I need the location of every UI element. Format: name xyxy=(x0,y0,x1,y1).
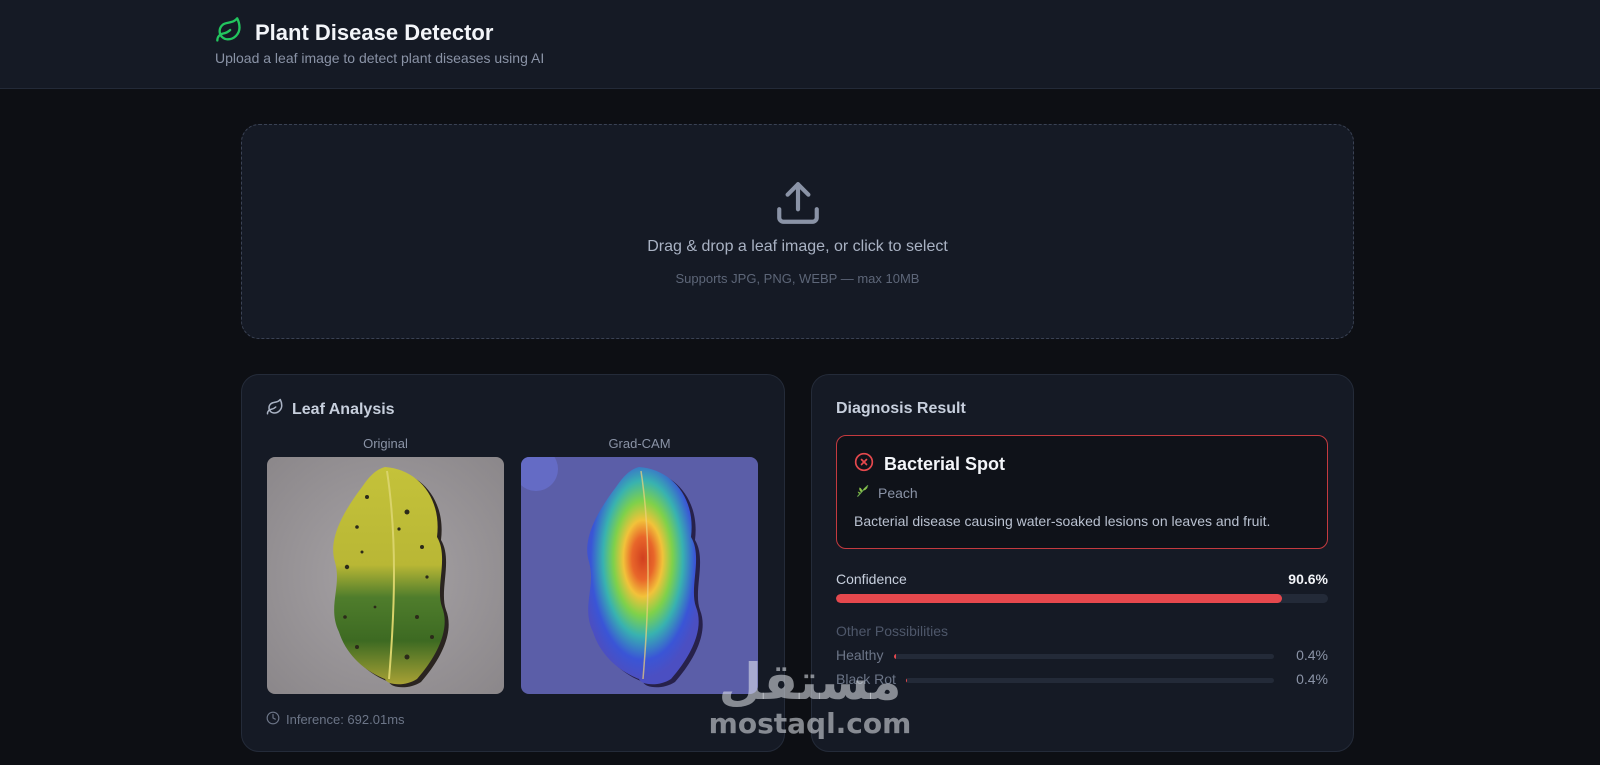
upload-icon xyxy=(773,178,823,233)
possibility-row-black-rot: Black Rot 0.4% xyxy=(836,671,1328,691)
plant-name: Peach xyxy=(878,484,918,501)
diagnosis-result-card xyxy=(811,374,1354,752)
dropzone-subtitle: Supports JPG, PNG, WEBP — max 10MB xyxy=(675,271,920,286)
leaf-icon xyxy=(215,16,243,49)
possibility-value: 0.4% xyxy=(1296,647,1328,663)
confidence-bar xyxy=(836,594,1328,603)
possibility-row-healthy: Healthy 0.4% xyxy=(836,647,1328,667)
inference-time: Inference: 692.01ms xyxy=(266,711,405,728)
confidence-value: 90.6% xyxy=(1288,571,1328,587)
original-label: Original xyxy=(363,436,408,451)
possibility-bar xyxy=(894,654,1274,659)
possibility-value: 0.4% xyxy=(1296,671,1328,687)
possibility-bar-fill xyxy=(894,654,896,659)
clock-icon xyxy=(266,711,280,728)
leaf-analysis-title: Leaf Analysis xyxy=(292,400,395,418)
app-subtitle: Upload a leaf image to detect plant dise… xyxy=(215,50,545,66)
gradcam-label: Grad-CAM xyxy=(608,436,671,451)
confidence-bar-fill xyxy=(836,594,1282,603)
x-circle-icon xyxy=(854,452,874,477)
diagnosis-result-title: Diagnosis Result xyxy=(836,400,966,417)
possibility-bar xyxy=(906,678,1274,683)
disease-header: Bacterial Spot xyxy=(854,452,1005,477)
brand: Plant Disease Detector xyxy=(215,16,493,49)
possibility-bar-fill xyxy=(906,678,908,683)
app-header: Plant Disease Detector Upload a leaf ima… xyxy=(0,0,1600,89)
plant-type: Peach xyxy=(856,484,918,501)
leaf-analysis-header: Leaf Analysis xyxy=(266,398,395,421)
other-possibilities-label: Other Possibilities xyxy=(836,623,949,639)
confidence-label: Confidence xyxy=(836,571,907,587)
herb-icon xyxy=(856,484,870,501)
possibility-name: Black Rot xyxy=(836,671,896,687)
disease-name: Bacterial Spot xyxy=(884,454,1006,474)
original-leaf-image xyxy=(267,457,504,694)
leaf-icon xyxy=(266,398,284,421)
app-title: Plant Disease Detector xyxy=(255,19,494,45)
gradcam-heatmap-image xyxy=(521,457,758,694)
dropzone-title: Drag & drop a leaf image, or click to se… xyxy=(647,238,948,255)
possibility-name: Healthy xyxy=(836,647,884,663)
inference-text: Inference: 692.01ms xyxy=(286,712,405,727)
disease-description: Bacterial disease causing water-soaked l… xyxy=(854,513,1271,529)
